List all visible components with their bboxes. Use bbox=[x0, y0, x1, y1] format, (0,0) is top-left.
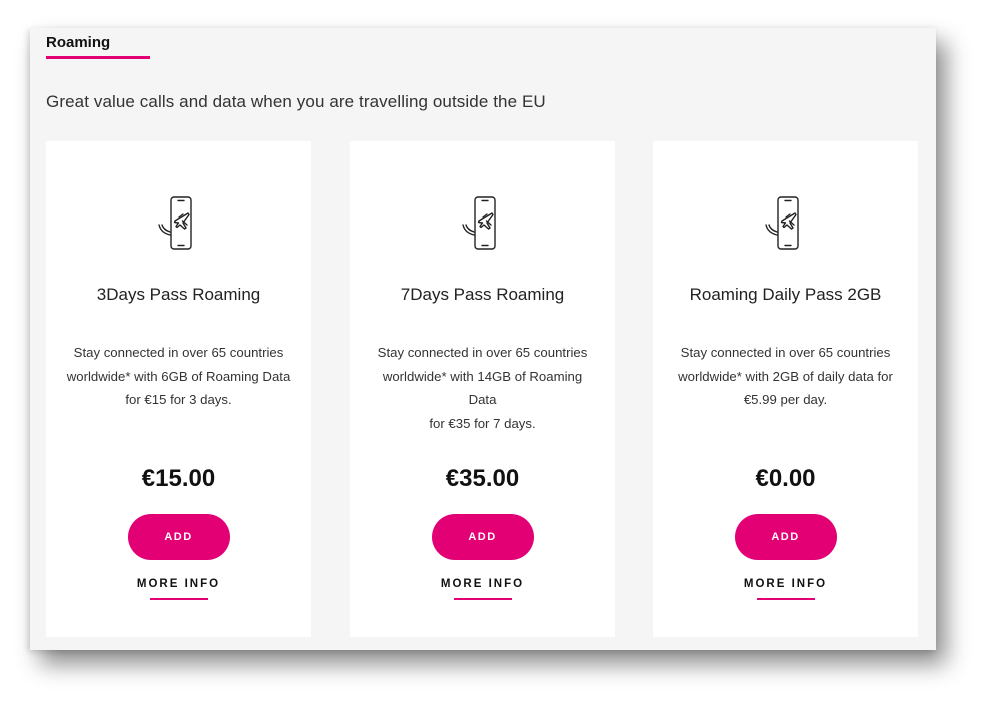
tab-roaming[interactable]: Roaming bbox=[46, 34, 150, 60]
offer-card-daily: Roaming Daily Pass 2GB Stay connected in… bbox=[653, 141, 918, 637]
offer-price: €35.00 bbox=[445, 465, 520, 492]
offer-card-7days: 7Days Pass Roaming Stay connected in ove… bbox=[350, 141, 615, 637]
offer-description-line: worldwide* with 6GB of Roaming Data bbox=[66, 368, 291, 384]
offer-description-line: worldwide* with 14GB of Roaming Data bbox=[382, 368, 583, 408]
offer-title: 3Days Pass Roaming bbox=[96, 285, 261, 304]
more-info-underline bbox=[149, 598, 208, 600]
add-button[interactable]: ADD bbox=[127, 514, 230, 560]
offer-description-line: €5.99 per day. bbox=[743, 392, 828, 407]
offer-description-line: Stay connected in over 65 countries bbox=[73, 345, 284, 360]
add-button[interactable]: ADD bbox=[431, 514, 534, 560]
offer-description-line: Stay connected in over 65 countries bbox=[377, 345, 588, 360]
roaming-section: Roaming Great value calls and data when … bbox=[30, 28, 936, 650]
tab-roaming-label: Roaming bbox=[46, 34, 111, 51]
roaming-phone-plane-icon bbox=[461, 195, 505, 251]
more-info-link[interactable]: MORE INFO bbox=[46, 578, 311, 590]
more-info-link[interactable]: MORE INFO bbox=[350, 578, 615, 590]
offer-description: Stay connected in over 65 countries worl… bbox=[368, 341, 597, 435]
offer-card-3days: 3Days Pass Roaming Stay connected in ove… bbox=[46, 141, 311, 637]
offer-description-line: worldwide* with 2GB of daily data for bbox=[678, 368, 893, 384]
roaming-phone-plane-icon bbox=[157, 195, 201, 251]
roaming-phone-plane-icon bbox=[764, 195, 808, 251]
more-info-underline bbox=[756, 598, 815, 600]
offer-title: Roaming Daily Pass 2GB bbox=[689, 285, 882, 304]
offer-price: €15.00 bbox=[141, 465, 216, 492]
section-subtitle: Great value calls and data when you are … bbox=[46, 92, 546, 111]
add-button[interactable]: ADD bbox=[734, 514, 837, 560]
offer-title: 7Days Pass Roaming bbox=[400, 285, 565, 304]
offer-description-line: for €15 for 3 days. bbox=[125, 392, 232, 407]
more-info-underline bbox=[453, 598, 512, 600]
offer-description: Stay connected in over 65 countries worl… bbox=[671, 341, 900, 412]
more-info-link[interactable]: MORE INFO bbox=[653, 578, 918, 590]
tab-active-underline bbox=[46, 56, 150, 59]
offer-description-line: for €35 for 7 days. bbox=[429, 415, 536, 431]
offer-price: €0.00 bbox=[755, 465, 816, 492]
offer-description-line: Stay connected in over 65 countries bbox=[680, 345, 891, 360]
offer-description: Stay connected in over 65 countries worl… bbox=[64, 341, 293, 412]
